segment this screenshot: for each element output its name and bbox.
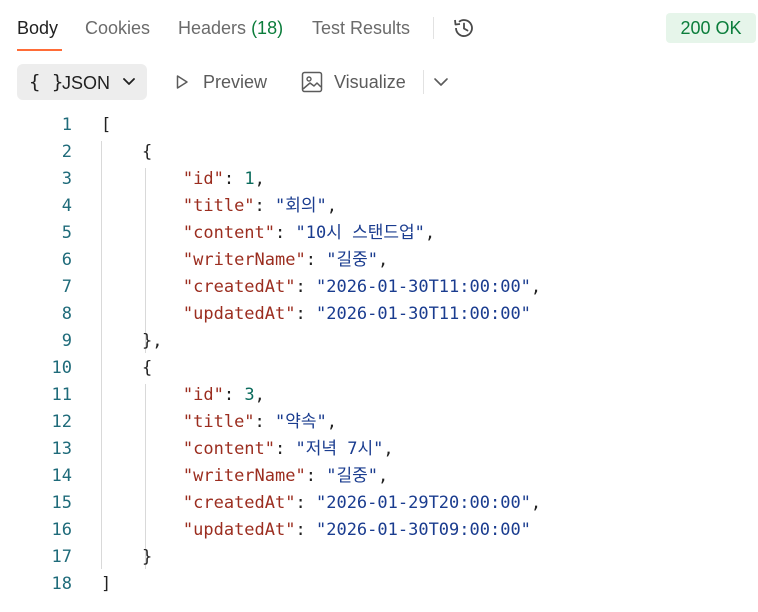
line-number: 8 [61, 304, 72, 324]
code-text: } [141, 547, 153, 567]
code-text: "content": "10시 스탠드업", [182, 223, 436, 243]
code-text: "createdAt": "2026-01-29T20:00:00", [182, 493, 542, 513]
toolbar-divider [423, 70, 424, 94]
code-line: 11 "id": 3, [0, 382, 758, 409]
code-text: "writerName": "길중", [182, 250, 389, 270]
code-line: 10 { [0, 355, 758, 382]
code-text: "title": "약속", [182, 412, 338, 432]
active-tab-indicator [17, 49, 62, 51]
tab-headers-label: Headers [178, 18, 247, 38]
response-toolbar: { } JSON Preview Visualize [0, 60, 758, 104]
line-number: 6 [61, 250, 72, 270]
line-number: 4 [61, 196, 72, 216]
line-number: 18 [51, 574, 72, 594]
json-code-viewer[interactable]: 1[2 {3 "id": 1, 4 "title": "회의", 5 "conten… [0, 112, 758, 612]
code-line: 6 "writerName": "길중", [0, 247, 758, 274]
code-text: "id": 1, [182, 169, 265, 189]
code-line: 17 } [0, 544, 758, 571]
code-text: "title": "회의", [182, 196, 338, 216]
play-icon [176, 75, 188, 89]
code-text: "content": "저녁 7시", [182, 439, 394, 459]
code-line: 5 "content": "10시 스탠드업", [0, 220, 758, 247]
code-line: 16 "updatedAt": "2026-01-30T09:00:00" [0, 517, 758, 544]
line-number: 2 [61, 142, 72, 162]
code-line: 3 "id": 1, [0, 166, 758, 193]
code-line: 18] [0, 571, 758, 598]
format-label: JSON [62, 73, 111, 93]
json-braces-icon: { } [29, 71, 64, 93]
code-line: 8 "updatedAt": "2026-01-30T11:00:00" [0, 301, 758, 328]
line-number: 12 [51, 412, 72, 432]
code-line: 7 "createdAt": "2026-01-30T11:00:00", [0, 274, 758, 301]
format-dropdown[interactable]: { } JSON [17, 64, 147, 100]
status-badge[interactable]: 200 OK [666, 13, 756, 43]
code-text: [ [101, 115, 112, 135]
tab-headers-count: (18) [251, 18, 284, 38]
tab-test-results[interactable]: Test Results [312, 16, 410, 40]
tab-body[interactable]: Body [17, 16, 58, 40]
code-text: { [141, 142, 153, 162]
line-number: 14 [51, 466, 72, 486]
code-text: "updatedAt": "2026-01-30T09:00:00" [182, 520, 531, 540]
preview-label: Preview [203, 72, 268, 92]
code-text: "id": 3, [182, 385, 265, 405]
preview-button[interactable]: Preview [172, 68, 272, 96]
code-text: { [141, 358, 153, 378]
line-number: 15 [51, 493, 72, 513]
code-line: 2 { [0, 139, 758, 166]
code-line: 15 "createdAt": "2026-01-29T20:00:00", [0, 490, 758, 517]
code-line: 14 "writerName": "길중", [0, 463, 758, 490]
line-number: 1 [61, 115, 72, 135]
code-text: "writerName": "길중", [182, 466, 389, 486]
line-number: 13 [51, 439, 72, 459]
code-text: ] [101, 574, 112, 594]
code-line: 4 "title": "회의", [0, 193, 758, 220]
tab-cookies[interactable]: Cookies [85, 16, 150, 40]
chevron-down-icon [123, 78, 135, 85]
response-tabbar: Body Cookies Headers (18) Test Results 2… [0, 0, 758, 56]
line-number: 17 [51, 547, 72, 567]
image-icon [301, 71, 323, 93]
visualize-button[interactable]: Visualize [300, 68, 415, 96]
visualize-label: Visualize [334, 72, 406, 92]
line-number: 5 [61, 223, 72, 243]
line-number: 9 [61, 331, 72, 351]
chevron-down-icon[interactable] [431, 72, 451, 92]
tab-headers[interactable]: Headers (18) [178, 16, 283, 40]
tab-divider [433, 17, 434, 39]
line-number: 3 [61, 169, 72, 189]
code-line: 1[ [0, 112, 758, 139]
code-text: "updatedAt": "2026-01-30T11:00:00" [182, 304, 531, 324]
code-text: "createdAt": "2026-01-30T11:00:00", [182, 277, 542, 297]
code-line: 9 }, [0, 328, 758, 355]
code-line: 13 "content": "저녁 7시", [0, 436, 758, 463]
code-line: 12 "title": "약속", [0, 409, 758, 436]
line-number: 10 [51, 358, 72, 378]
history-icon[interactable] [451, 15, 477, 41]
line-number: 7 [61, 277, 72, 297]
code-text: }, [141, 331, 163, 351]
line-number: 11 [51, 385, 72, 405]
line-number: 16 [51, 520, 72, 540]
